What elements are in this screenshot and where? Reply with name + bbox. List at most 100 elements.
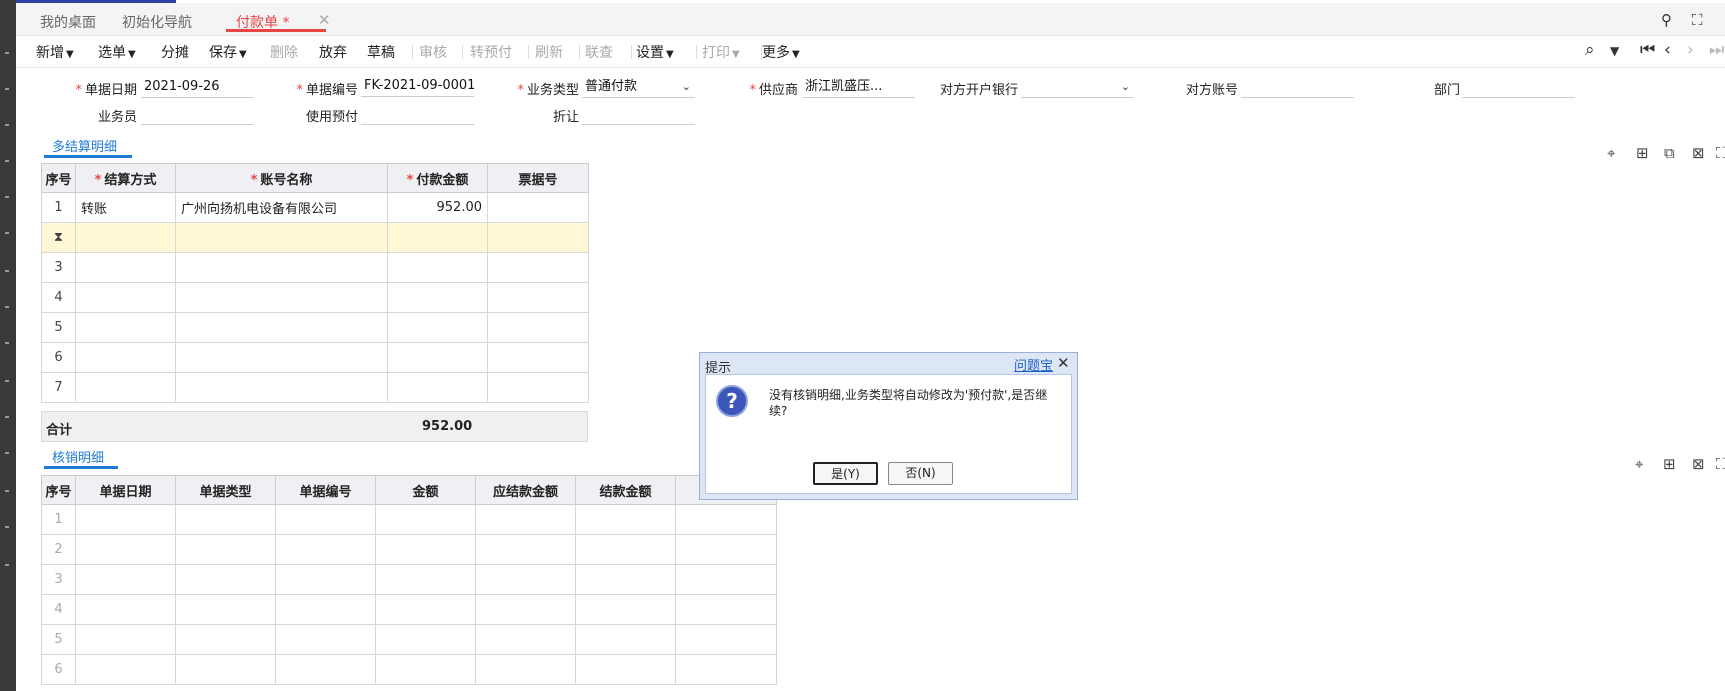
cell[interactable] [387, 282, 488, 313]
table-row[interactable]: 4 [41, 594, 777, 625]
cell[interactable] [75, 372, 176, 403]
cell[interactable] [675, 534, 777, 565]
cell[interactable] [75, 252, 176, 283]
cell[interactable] [75, 654, 176, 685]
cell[interactable] [487, 252, 589, 283]
biz-type-select[interactable]: 普通付款 ⌄ [582, 78, 695, 98]
close-icon[interactable]: ✕ [1057, 354, 1070, 372]
cell[interactable] [575, 624, 676, 655]
location-icon[interactable]: ⌖ [1607, 144, 1615, 162]
cell[interactable] [475, 534, 576, 565]
cell[interactable] [275, 654, 376, 685]
cell[interactable] [75, 312, 176, 343]
cell[interactable] [375, 594, 476, 625]
add-row-icon[interactable]: ⊞ [1636, 144, 1649, 162]
cell[interactable] [375, 654, 476, 685]
delete-row-icon[interactable]: ⊠ [1692, 455, 1705, 473]
cell[interactable] [375, 564, 476, 595]
cell[interactable] [275, 594, 376, 625]
use-prepay-field[interactable] [361, 105, 474, 125]
cell[interactable] [175, 312, 388, 343]
new-button[interactable]: 新增 ▼ [36, 42, 74, 62]
cell[interactable] [175, 564, 276, 595]
account-name-cell[interactable]: 广州向扬机电设备有限公司 [175, 192, 388, 223]
cell[interactable] [487, 282, 589, 313]
linked-query-button[interactable]: 联查 [585, 42, 613, 62]
cell[interactable] [75, 504, 176, 535]
table-row[interactable]: 1 [41, 504, 777, 535]
save-button[interactable]: 保存 ▼ [209, 42, 247, 62]
settlement-section-title[interactable]: 多结算明细 [52, 136, 117, 155]
cell[interactable] [675, 594, 777, 625]
cell[interactable] [175, 252, 388, 283]
cell[interactable] [575, 534, 676, 565]
first-record-icon[interactable]: ⏮ [1640, 40, 1655, 60]
cell[interactable] [375, 534, 476, 565]
location-icon[interactable]: ⌖ [1635, 455, 1643, 473]
cell[interactable] [575, 594, 676, 625]
search-icon[interactable]: ⚲ [1661, 11, 1672, 29]
cell[interactable] [275, 504, 376, 535]
discount-field[interactable] [582, 105, 695, 125]
cell[interactable] [75, 624, 176, 655]
cell[interactable] [175, 342, 388, 373]
cell[interactable] [175, 372, 388, 403]
cell[interactable] [75, 534, 176, 565]
cell[interactable] [387, 342, 488, 373]
audit-button[interactable]: 审核 [419, 42, 447, 62]
cell[interactable] [75, 282, 176, 313]
cell[interactable] [375, 504, 476, 535]
cell[interactable] [75, 564, 176, 595]
settings-button[interactable]: 设置 ▼ [636, 42, 674, 62]
preview-icon[interactable]: ⌕ [1585, 40, 1595, 60]
cell[interactable] [75, 342, 176, 373]
settle-method-cell[interactable] [75, 222, 176, 253]
more-button[interactable]: 更多 ▼ [762, 42, 800, 62]
cell[interactable] [487, 372, 589, 403]
supplier-field[interactable]: 浙江凯盛压... [802, 78, 915, 98]
help-link[interactable]: 问题宝 [1014, 355, 1053, 374]
discard-button[interactable]: 放弃 [319, 42, 347, 62]
cell[interactable] [575, 564, 676, 595]
table-row[interactable]: 3 [41, 564, 777, 595]
no-button[interactable]: 否(N) [888, 462, 953, 485]
print-button[interactable]: 打印 ▼ [702, 42, 740, 62]
table-row[interactable]: 7 [41, 372, 589, 403]
cell[interactable] [475, 504, 576, 535]
cell[interactable] [275, 534, 376, 565]
cell[interactable] [175, 594, 276, 625]
cell[interactable] [575, 654, 676, 685]
table-row[interactable]: 2 [41, 534, 777, 565]
table-row[interactable]: 4 [41, 282, 589, 313]
cell[interactable] [175, 282, 388, 313]
table-row[interactable]: 1 转账 广州向扬机电设备有限公司 952.00 [41, 192, 589, 223]
settle-method-cell[interactable]: 转账 [75, 192, 176, 223]
table-row[interactable]: 5 [41, 624, 777, 655]
chevron-down-icon[interactable]: ▼ [1610, 44, 1619, 58]
table-row[interactable]: 3 [41, 252, 589, 283]
cell[interactable] [575, 504, 676, 535]
tab-init-nav[interactable]: 初始化导航 [122, 12, 192, 32]
cell[interactable] [675, 564, 777, 595]
dept-field[interactable] [1462, 78, 1575, 98]
yes-button[interactable]: 是(Y) [813, 462, 878, 485]
select-button[interactable]: 选单 ▼ [98, 42, 136, 62]
cell[interactable] [475, 594, 576, 625]
doc-no-field[interactable]: FK-2021-09-0001 [361, 77, 474, 97]
doc-date-field[interactable]: 2021-09-26 [141, 78, 254, 98]
refresh-button[interactable]: 刷新 [535, 42, 563, 62]
cell[interactable] [475, 654, 576, 685]
cell[interactable] [387, 252, 488, 283]
tab-desktop[interactable]: 我的桌面 [40, 12, 96, 32]
writeoff-section-title[interactable]: 核销明细 [52, 447, 104, 466]
cell[interactable] [175, 504, 276, 535]
account-field[interactable] [1241, 78, 1354, 98]
close-icon[interactable]: ✕ [318, 11, 331, 29]
expand-icon[interactable]: ⛶ [1716, 144, 1725, 162]
to-prepay-button[interactable]: 转预付 [470, 42, 512, 62]
cell[interactable] [387, 372, 488, 403]
cell[interactable] [175, 534, 276, 565]
bill-no-cell[interactable] [487, 192, 589, 223]
cell[interactable] [487, 342, 589, 373]
split-button[interactable]: 分摊 [161, 42, 189, 62]
